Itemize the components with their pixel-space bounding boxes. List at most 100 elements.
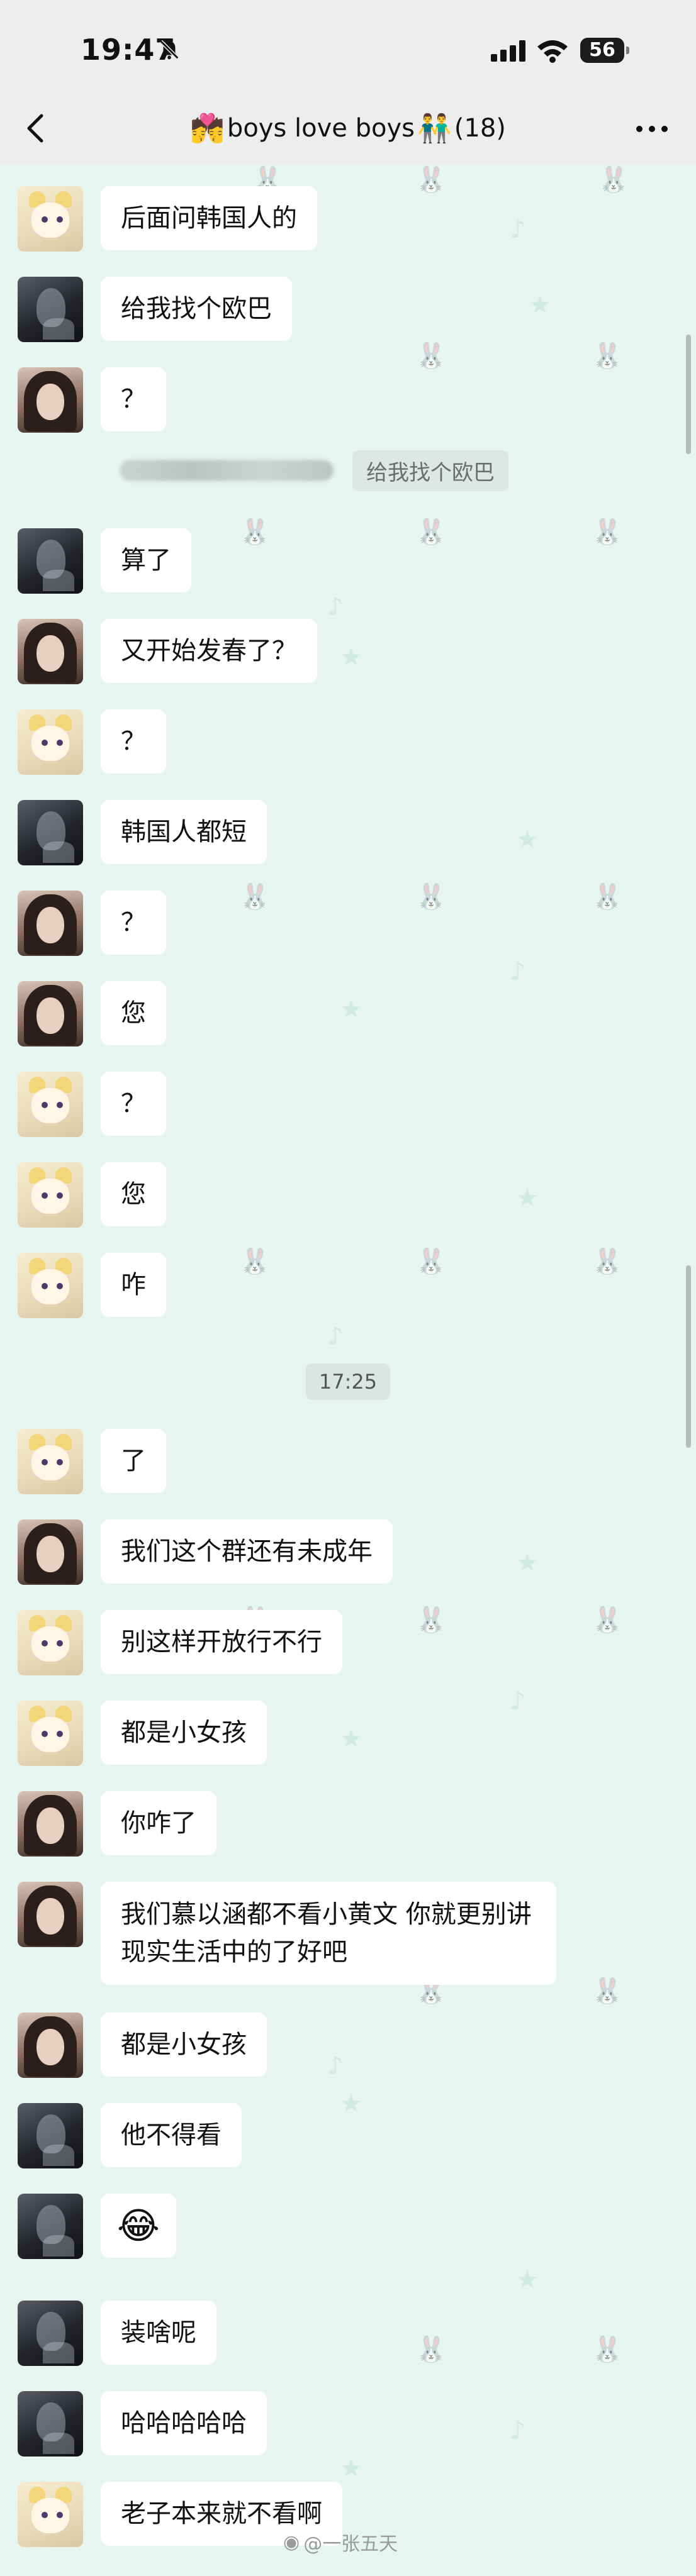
weibo-logo-icon: ◉ — [283, 2531, 300, 2553]
more-options-icon[interactable] — [633, 119, 671, 138]
wallpaper-star-icon: ★ — [340, 995, 362, 1024]
wallpaper-note-icon: ♪ — [510, 2416, 526, 2445]
wallpaper-star-icon: ★ — [340, 1724, 362, 1753]
chat-title: 💏 boys love boys 👬 (18) — [113, 108, 583, 148]
chat-header: 💏 boys love boys 👬 (18) — [0, 94, 696, 165]
message-bubble[interactable]: 您 — [101, 981, 166, 1045]
two-men-emoji-icon: 👬 — [417, 113, 452, 145]
chat-area[interactable]: 🐰 🐰 🐰 🐰 🐰 🐰 🐰 🐰 🐰 🐰 🐰 🐰 🐰 🐰 🐰 🐰 🐰 🐰 🐰 🐰 … — [0, 165, 696, 2576]
kiss-emoji-icon: 💏 — [190, 113, 225, 145]
watermark-text: @一张五天 — [303, 2533, 398, 2555]
quoted-message: 给我找个欧巴 — [352, 450, 508, 491]
wallpaper-bunny-icon: 🐰 — [239, 882, 271, 911]
wallpaper-star-icon: ★ — [529, 291, 551, 319]
avatar[interactable] — [18, 709, 83, 775]
avatar[interactable] — [18, 2391, 83, 2457]
message-bubble[interactable]: ？ — [101, 367, 166, 431]
wallpaper-bunny-icon: 🐰 — [415, 2335, 447, 2364]
wallpaper-bunny-icon: 🐰 — [239, 1247, 271, 1276]
message-bubble[interactable]: 都是小女孩 — [101, 1701, 267, 1765]
wallpaper-bunny-icon: 🐰 — [592, 882, 623, 911]
message-bubble[interactable]: 他不得看 — [101, 2103, 242, 2167]
avatar[interactable] — [18, 528, 83, 594]
avatar[interactable] — [18, 2482, 83, 2547]
wallpaper-bunny-icon: 🐰 — [592, 518, 623, 547]
avatar[interactable] — [18, 1162, 83, 1228]
message-bubble[interactable]: 你咋了 — [101, 1791, 216, 1855]
wallpaper-bunny-icon: 🐰 — [592, 2335, 623, 2364]
avatar[interactable] — [18, 800, 83, 865]
message-bubble[interactable]: 后面问韩国人的 — [101, 186, 317, 250]
message-bubble[interactable]: ？ — [101, 709, 166, 774]
avatar[interactable] — [18, 277, 83, 342]
wallpaper-star-icon: ★ — [516, 1548, 539, 1577]
avatar[interactable] — [18, 2194, 83, 2259]
message-bubble[interactable]: 别这样开放行不行 — [101, 1610, 342, 1674]
avatar[interactable] — [18, 1701, 83, 1766]
message-bubble[interactable]: 都是小女孩 — [101, 2012, 267, 2077]
message-bubble[interactable]: 韩国人都短 — [101, 800, 267, 864]
back-chevron-icon[interactable] — [20, 109, 52, 147]
battery-icon: 56 — [580, 38, 629, 63]
message-bubble[interactable]: 我们这个群还有未成年 — [101, 1519, 393, 1584]
avatar[interactable] — [18, 2301, 83, 2366]
wallpaper-note-icon: ♪ — [327, 1322, 344, 1351]
avatar[interactable] — [18, 1429, 83, 1494]
avatar[interactable] — [18, 619, 83, 684]
message-bubble[interactable]: 我们慕以涵都不看小黄文 你就更别讲现实生活中的了好吧 — [101, 1882, 556, 1985]
avatar[interactable] — [18, 981, 83, 1046]
message-bubble[interactable]: ？ — [101, 1072, 166, 1136]
scrollbar[interactable] — [686, 1265, 691, 1448]
message-bubble[interactable]: 装啥呢 — [101, 2301, 216, 2365]
message-bubble[interactable]: ？ — [101, 891, 166, 955]
avatar[interactable] — [18, 1610, 83, 1675]
wallpaper-bunny-icon: 🐰 — [415, 341, 447, 370]
wallpaper-bunny-icon: 🐰 — [592, 1247, 623, 1276]
avatar[interactable] — [18, 1882, 83, 1947]
message-bubble[interactable]: 哈哈哈哈哈 — [101, 2391, 267, 2455]
avatar[interactable] — [18, 1072, 83, 1137]
avatar[interactable] — [18, 367, 83, 433]
wallpaper-note-icon: ♪ — [510, 215, 526, 244]
watermark: ◉ @一张五天 — [283, 2528, 398, 2556]
wallpaper-note-icon: ♪ — [327, 592, 344, 621]
message-bubble[interactable]: 给我找个欧巴 — [101, 277, 292, 341]
status-bar: 19:47 56 — [0, 0, 696, 94]
message-bubble[interactable]: 您 — [101, 1162, 166, 1226]
wallpaper-bunny-icon: 🐰 — [239, 518, 271, 547]
top-bar: 19:47 56 💏 boys love boys 👬 (18) — [0, 0, 696, 165]
message-bubble[interactable]: 算了 — [101, 528, 191, 592]
avatar[interactable] — [18, 2103, 83, 2168]
wallpaper-bunny-icon: 🐰 — [598, 165, 629, 194]
wallpaper-bunny-icon: 🐰 — [592, 341, 623, 370]
wallpaper-bunny-icon: 🐰 — [592, 1606, 623, 1635]
wallpaper-note-icon: ♪ — [327, 2051, 344, 2080]
wallpaper-bunny-icon: 🐰 — [415, 165, 447, 194]
wifi-icon — [537, 40, 568, 63]
cellular-signal-icon — [491, 40, 525, 62]
wallpaper-bunny-icon: 🐰 — [592, 1977, 623, 2006]
group-name: boys love boys — [227, 114, 415, 143]
bell-muted-icon — [159, 40, 179, 60]
wallpaper-star-icon: ★ — [340, 643, 362, 672]
avatar[interactable] — [18, 891, 83, 956]
wallpaper-star-icon: ★ — [516, 2265, 539, 2294]
timestamp-divider: 17:25 — [306, 1363, 390, 1400]
avatar[interactable] — [18, 1519, 83, 1585]
message-bubble[interactable]: 咋 — [101, 1253, 166, 1317]
wallpaper-note-icon: ♪ — [510, 1687, 526, 1716]
emoji-message-bubble[interactable]: 😂 — [101, 2194, 176, 2258]
wallpaper-bunny-icon: 🐰 — [415, 1606, 447, 1635]
member-count: (18) — [454, 114, 506, 143]
wallpaper-note-icon: ♪ — [510, 957, 526, 986]
avatar[interactable] — [18, 1791, 83, 1857]
message-bubble[interactable]: 又开始发春了？ — [101, 619, 317, 683]
wallpaper-star-icon: ★ — [516, 1184, 539, 1213]
avatar[interactable] — [18, 1253, 83, 1318]
wallpaper-star-icon: ★ — [340, 2089, 362, 2118]
avatar[interactable] — [18, 2012, 83, 2078]
message-bubble[interactable]: 了 — [101, 1429, 166, 1493]
scrollbar[interactable] — [686, 335, 691, 454]
avatar[interactable] — [18, 186, 83, 252]
wallpaper-bunny-icon: 🐰 — [415, 518, 447, 547]
